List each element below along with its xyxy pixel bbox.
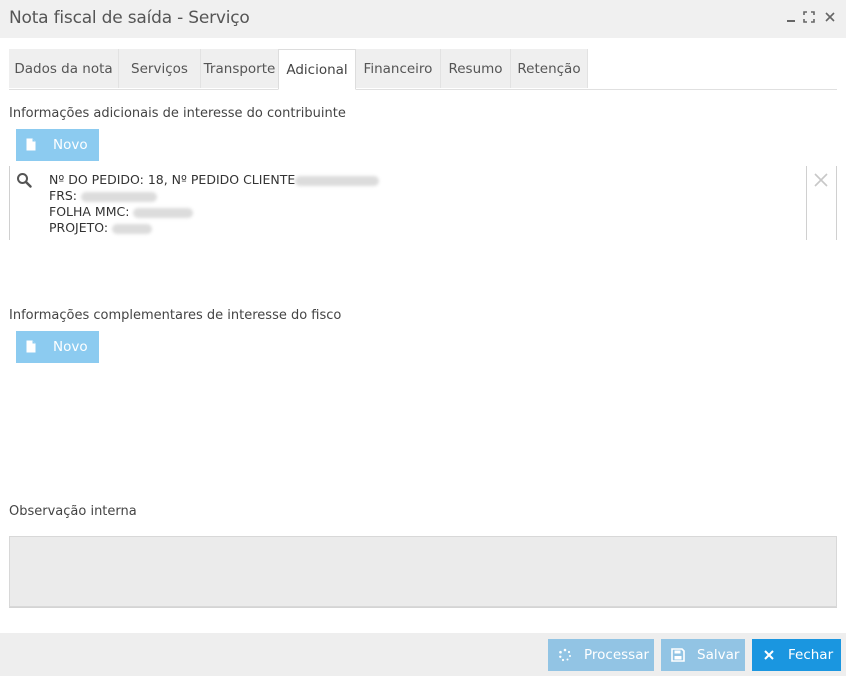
info-line-projeto: PROJETO:	[49, 220, 153, 235]
tab-dados-da-nota[interactable]: Dados da nota	[9, 49, 119, 88]
novo-button-label: Novo	[53, 137, 88, 153]
tab-resumo[interactable]: Resumo	[441, 49, 511, 88]
observacao-label: Observação interna	[9, 504, 137, 519]
tab-adicional[interactable]: Adicional	[278, 49, 356, 90]
close-window-icon[interactable]	[823, 10, 837, 24]
tab-retencao[interactable]: Retenção	[511, 49, 588, 88]
maximize-icon[interactable]	[802, 10, 816, 24]
search-icon[interactable]	[16, 172, 32, 192]
fisco-section-label: Informações complementares de interesse …	[9, 308, 342, 323]
tab-financeiro[interactable]: Financeiro	[356, 49, 441, 88]
file-icon	[26, 138, 36, 151]
floppy-icon	[671, 648, 685, 662]
info-line-pedido: Nº DO PEDIDO: 18, Nº PEDIDO CLIENTE	[49, 172, 380, 187]
window-titlebar: Nota fiscal de saída - Serviço	[0, 0, 846, 38]
remove-item-icon[interactable]	[813, 172, 829, 192]
novo-fisco-button[interactable]: Novo	[16, 331, 99, 363]
tab-transporte[interactable]: Transporte	[201, 49, 279, 88]
info-line-frs: FRS:	[49, 188, 158, 203]
window-title: Nota fiscal de saída - Serviço	[9, 8, 250, 28]
novo-button-label: Novo	[53, 339, 88, 355]
divider	[9, 607, 837, 608]
salvar-button[interactable]: Salvar	[661, 639, 745, 671]
contribuinte-section-label: Informações adicionais de interesse do c…	[9, 106, 346, 121]
minimize-icon[interactable]	[784, 10, 798, 24]
info-line-folha: FOLHA MMC:	[49, 204, 194, 219]
spinner-icon	[559, 648, 571, 662]
dialog-footer: Processar Salvar Fechar	[0, 633, 846, 676]
close-icon	[764, 650, 774, 660]
file-icon	[26, 340, 36, 353]
tab-bar: Dados da nota Serviços Transporte Adicio…	[9, 49, 837, 90]
processar-button[interactable]: Processar	[548, 639, 654, 671]
contribuinte-info-item: Nº DO PEDIDO: 18, Nº PEDIDO CLIENTE FRS:…	[9, 166, 837, 240]
novo-contribuinte-button[interactable]: Novo	[16, 129, 99, 161]
fechar-button[interactable]: Fechar	[752, 639, 841, 671]
observacao-textarea[interactable]	[9, 536, 837, 607]
tab-servicos[interactable]: Serviços	[119, 49, 201, 88]
